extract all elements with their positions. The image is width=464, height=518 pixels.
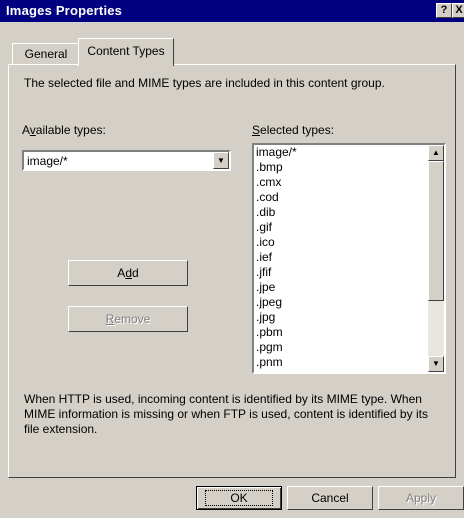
available-types-value: image/*	[27, 154, 68, 168]
remove-button[interactable]: Remove	[68, 306, 188, 332]
list-item[interactable]: .pnm	[256, 355, 426, 370]
list-item[interactable]: .pbm	[256, 325, 426, 340]
add-button[interactable]: Add	[68, 260, 188, 286]
list-item[interactable]: .jpe	[256, 280, 426, 295]
list-item[interactable]: .cod	[256, 190, 426, 205]
dropdown-arrow-icon[interactable]: ▼	[213, 152, 229, 169]
properties-dialog: Images Properties ? X General Content Ty…	[0, 0, 464, 518]
available-types-dropdown[interactable]: image/* ▼	[22, 150, 231, 171]
selected-types-list[interactable]: image/* .bmp .cmx .cod .dib .gif .ico .i…	[252, 143, 446, 374]
title-bar[interactable]: Images Properties ? X	[0, 0, 464, 22]
list-item[interactable]: image/*	[256, 145, 426, 160]
scroll-up-icon[interactable]: ▲	[428, 145, 444, 161]
list-item[interactable]: .jpg	[256, 310, 426, 325]
list-item[interactable]: .cmx	[256, 175, 426, 190]
info-note: When HTTP is used, incoming content is i…	[24, 392, 428, 436]
list-item[interactable]: .jpeg	[256, 295, 426, 310]
scroll-down-icon[interactable]: ▼	[428, 356, 444, 372]
description-text: The selected file and MIME types are inc…	[24, 76, 385, 90]
list-item[interactable]: .bmp	[256, 160, 426, 175]
list-item[interactable]: .pgm	[256, 340, 426, 355]
selected-types-label: Selected types:	[252, 123, 335, 137]
tab-general[interactable]: General	[12, 43, 80, 65]
list-item[interactable]: .dib	[256, 205, 426, 220]
ok-button[interactable]: OK	[196, 486, 282, 510]
list-item[interactable]: .ico	[256, 235, 426, 250]
vertical-scrollbar[interactable]: ▲ ▼	[428, 145, 444, 372]
selected-types-items: image/* .bmp .cmx .cod .dib .gif .ico .i…	[256, 145, 426, 370]
list-item[interactable]: .gif	[256, 220, 426, 235]
tab-content-types[interactable]: Content Types	[78, 38, 174, 66]
scroll-thumb[interactable]	[428, 161, 444, 301]
available-types-label: Available types:	[22, 123, 106, 137]
list-item[interactable]: .ief	[256, 250, 426, 265]
list-item[interactable]: .jfif	[256, 265, 426, 280]
apply-button[interactable]: Apply	[378, 486, 464, 510]
close-button[interactable]: X	[452, 3, 464, 18]
cancel-button[interactable]: Cancel	[287, 486, 373, 510]
window-title: Images Properties	[6, 3, 123, 18]
help-button[interactable]: ?	[436, 3, 452, 18]
